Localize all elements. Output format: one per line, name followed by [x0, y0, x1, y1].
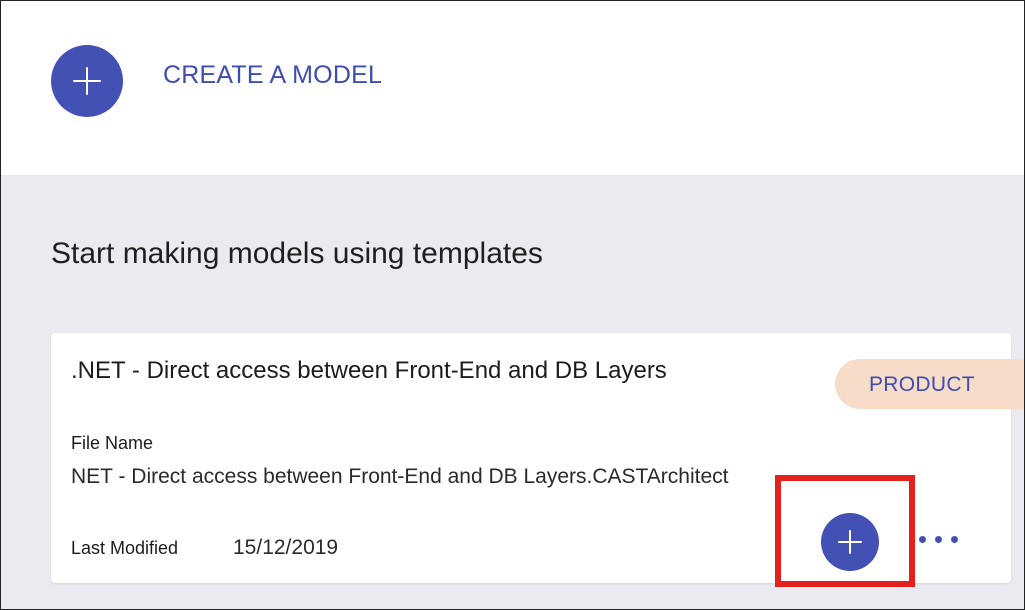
create-model-button[interactable]	[51, 45, 123, 117]
plus-icon	[73, 67, 101, 95]
more-dot	[951, 536, 958, 543]
plus-icon	[838, 530, 862, 554]
use-template-button[interactable]	[821, 513, 879, 571]
template-card[interactable]: .NET - Direct access between Front-End a…	[51, 333, 1024, 583]
badge-label: PRODUCT	[869, 373, 975, 396]
templates-section: Start making models using templates .NET…	[1, 175, 1024, 609]
more-dot	[935, 536, 942, 543]
last-modified-label: Last Modified	[71, 538, 179, 558]
file-name-label: File Name	[71, 433, 154, 453]
app-window: CREATE A MODEL Start making models using…	[0, 0, 1025, 610]
product-badge: PRODUCT	[835, 359, 1024, 409]
create-model-row: CREATE A MODEL	[1, 1, 1024, 175]
section-heading: Start making models using templates	[51, 237, 543, 270]
more-dot	[919, 536, 926, 543]
template-title: .NET - Direct access between Front-End a…	[71, 357, 667, 384]
create-model-label[interactable]: CREATE A MODEL	[163, 61, 382, 90]
more-horizontal-icon[interactable]	[919, 527, 969, 551]
file-name-value: NET - Direct access between Front-End an…	[71, 465, 729, 488]
last-modified-value: 15/12/2019	[233, 536, 339, 559]
